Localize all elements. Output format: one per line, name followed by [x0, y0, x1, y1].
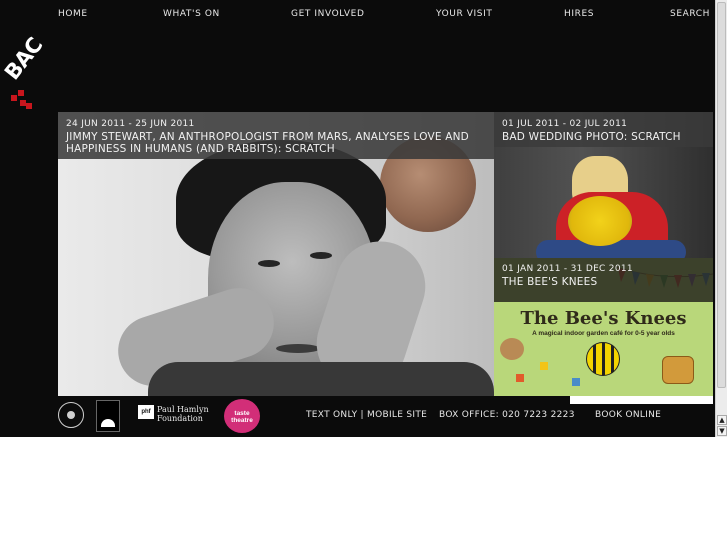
- phf-logo[interactable]: phf: [138, 405, 154, 419]
- teddy-bear-icon: [500, 338, 524, 360]
- nav-hires[interactable]: HIRES: [564, 9, 594, 19]
- book-online-link[interactable]: BOOK ONLINE: [595, 410, 661, 420]
- logo-square-icon: [26, 103, 32, 109]
- event-date: 24 JUN 2011 - 25 JUN 2011: [66, 119, 195, 129]
- bac-logo[interactable]: BAC: [0, 33, 52, 112]
- event-tile-bad-wedding-photo[interactable]: 01 JUL 2011 - 02 JUL 2011 BAD WEDDING PH…: [494, 112, 713, 258]
- event-title: BAD WEDDING PHOTO: SCRATCH: [502, 131, 681, 143]
- toy-block-icon: [572, 378, 580, 386]
- text-only-mobile-link[interactable]: TEXT ONLY | MOBILE SITE: [306, 410, 427, 420]
- taste-logo-text: theatre: [231, 417, 253, 424]
- toy-block-icon: [540, 362, 548, 370]
- sunflower-bouquet-image: [568, 196, 632, 246]
- nav-your-visit[interactable]: YOUR VISIT: [436, 9, 492, 19]
- event-title: THE BEE'S KNEES: [502, 276, 598, 288]
- hero-photo-shirt: [148, 362, 494, 396]
- nav-get-involved[interactable]: GET INVOLVED: [291, 9, 365, 19]
- poster-subtitle: A magical indoor garden café for 0-5 yea…: [532, 330, 675, 337]
- event-title: JIMMY STEWART, AN ANTHROPOLOGIST FROM MA…: [66, 131, 486, 155]
- nav-whats-on[interactable]: WHAT'S ON: [163, 9, 220, 19]
- scroll-up-icon[interactable]: ▲: [717, 415, 727, 425]
- featured-event-tile[interactable]: 24 JUN 2011 - 25 JUN 2011 JIMMY STEWART,…: [58, 112, 494, 396]
- taste-logo-text: taste: [234, 410, 250, 417]
- event-date: 01 JUL 2011 - 02 JUL 2011: [502, 119, 628, 129]
- footer-divider: [570, 396, 713, 404]
- arts-council-emblem-icon: [67, 411, 75, 419]
- poster-title: The Bee's Knees: [520, 308, 687, 329]
- scroll-down-icon[interactable]: ▼: [717, 426, 727, 436]
- supported-by-logo[interactable]: [96, 400, 120, 432]
- nav-search[interactable]: SEARCH: [670, 9, 710, 19]
- nav-home[interactable]: HOME: [58, 9, 88, 19]
- bee-icon: [586, 342, 620, 376]
- logo-text: BAC: [0, 33, 48, 85]
- hero-photo-eye: [258, 260, 280, 267]
- arts-council-logo[interactable]: [58, 402, 84, 428]
- vertical-scrollbar[interactable]: ▲ ▼: [715, 0, 727, 437]
- phf-logo-text: Foundation: [157, 414, 203, 423]
- basket-icon: [662, 356, 694, 384]
- event-date: 01 JAN 2011 - 31 DEC 2011: [502, 264, 633, 274]
- event-caption[interactable]: 01 JUL 2011 - 02 JUL 2011 BAD WEDDING PH…: [494, 112, 713, 147]
- logo-square-icon: [18, 90, 24, 96]
- event-title-line: JIMMY STEWART, AN ANTHROPOLOGIST FROM MA…: [66, 131, 469, 143]
- featured-event-caption[interactable]: 24 JUN 2011 - 25 JUN 2011 JIMMY STEWART,…: [58, 112, 494, 159]
- toy-block-icon: [516, 374, 524, 382]
- page-viewport: HOME WHAT'S ON GET INVOLVED YOUR VISIT H…: [0, 0, 715, 437]
- hero-photo-eye: [310, 252, 332, 259]
- scrollbar-thumb[interactable]: [717, 2, 726, 388]
- event-tile-bees-knees[interactable]: 01 JAN 2011 - 31 DEC 2011 THE BEE'S KNEE…: [494, 258, 713, 402]
- phf-logo-text: Paul Hamlyn: [157, 405, 209, 414]
- taste-theatre-logo[interactable]: taste theatre: [224, 399, 260, 433]
- box-office-link[interactable]: BOX OFFICE: 020 7223 2223: [439, 410, 575, 420]
- event-caption[interactable]: 01 JAN 2011 - 31 DEC 2011 THE BEE'S KNEE…: [494, 258, 713, 302]
- arch-icon: [101, 419, 115, 427]
- event-title-line: HAPPINESS IN HUMANS (AND RABBITS): SCRAT…: [66, 143, 335, 155]
- main-nav: HOME WHAT'S ON GET INVOLVED YOUR VISIT H…: [0, 0, 715, 28]
- hero-photo-mouth: [276, 344, 320, 353]
- logo-square-icon: [11, 95, 17, 101]
